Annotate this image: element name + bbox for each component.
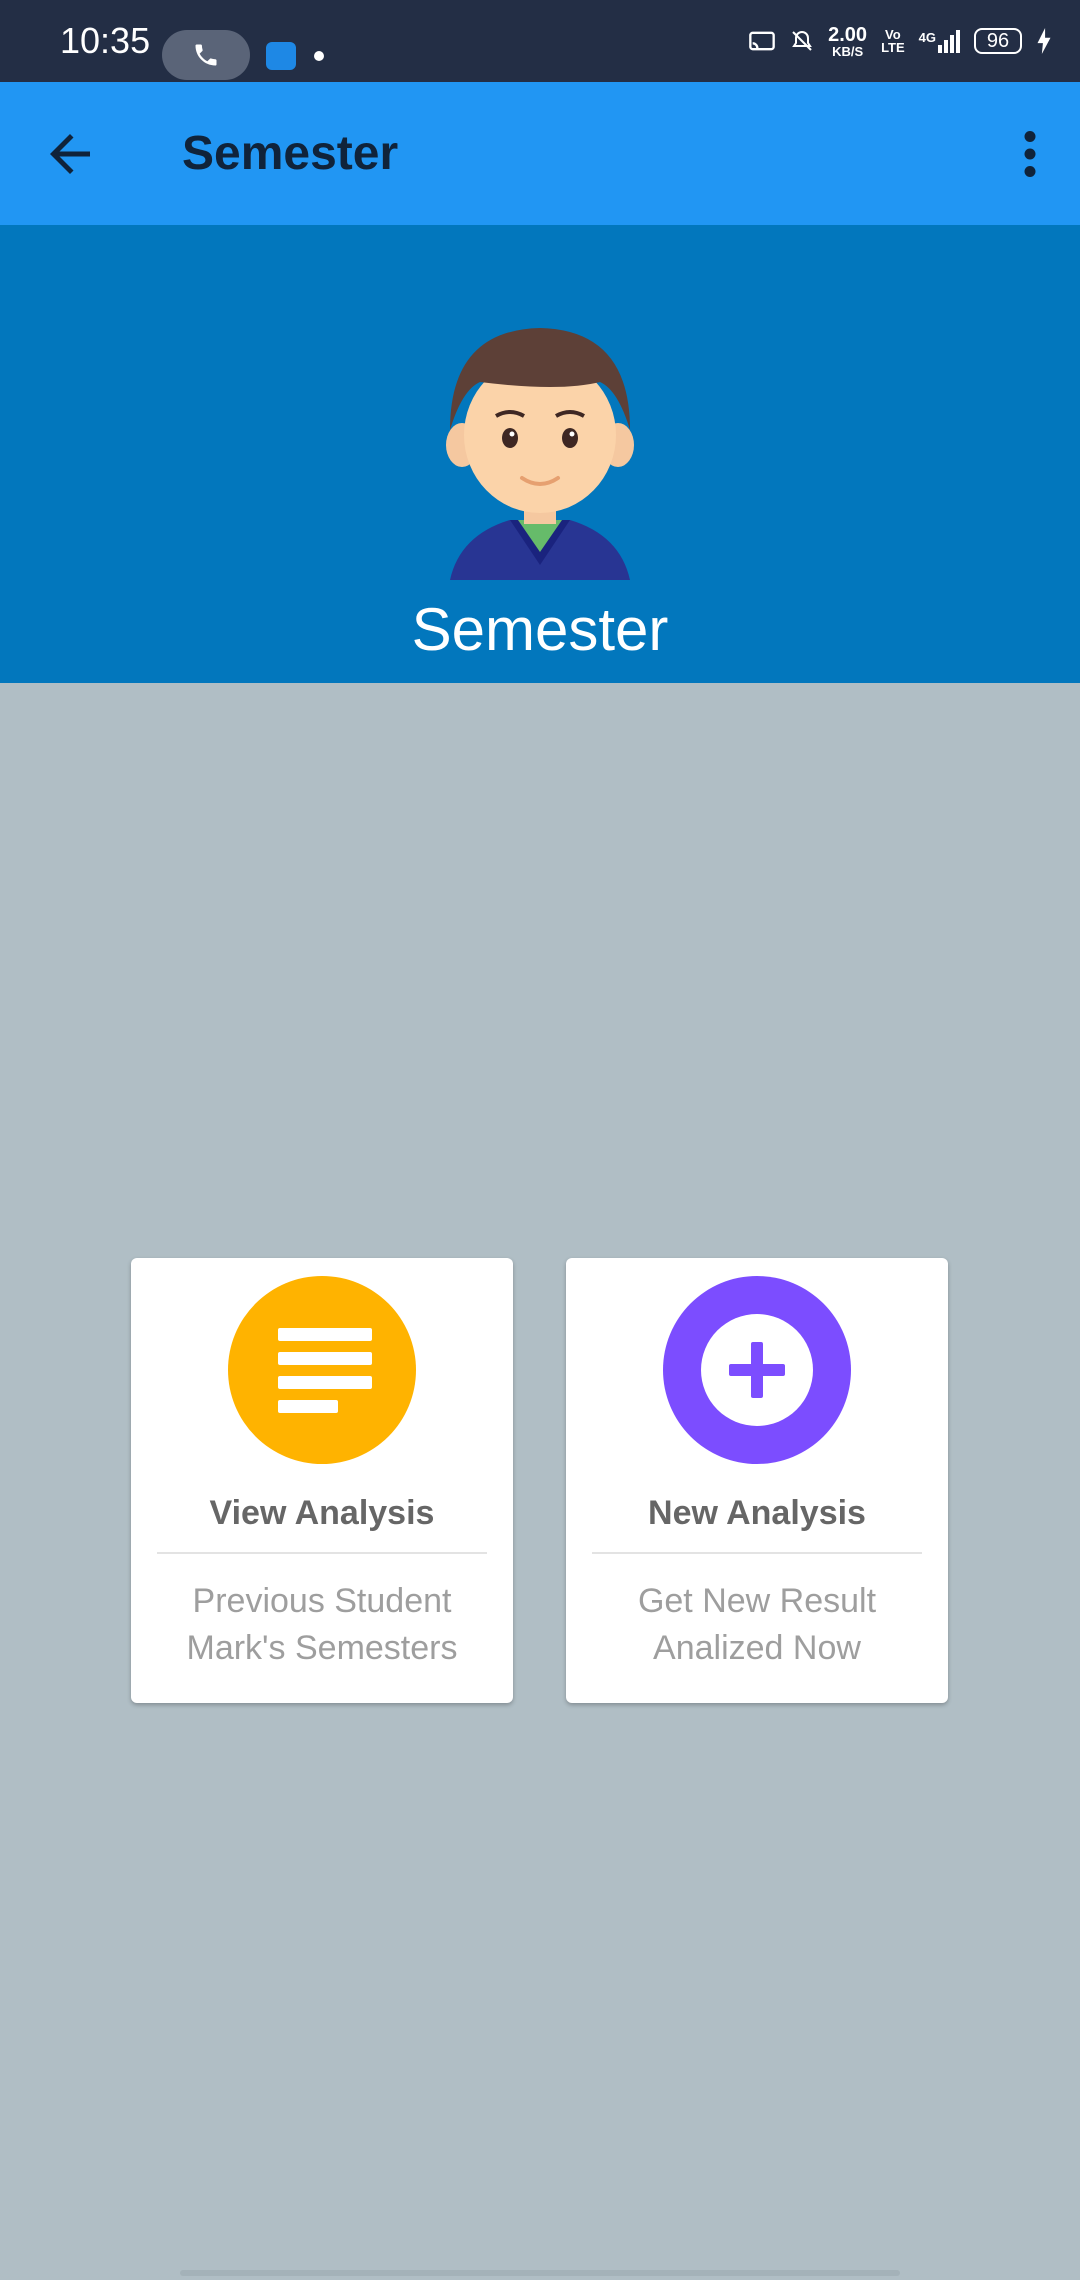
- new-analysis-icon-circle: [663, 1276, 851, 1464]
- student-avatar-icon: [446, 328, 634, 580]
- status-icons: 2.00 KB/S Vo LTE 4G 96: [748, 0, 1052, 82]
- add-icon: [701, 1314, 813, 1426]
- status-time: 10:35: [60, 20, 151, 61]
- new-analysis-subtitle-line2: Analized Now: [653, 1629, 861, 1667]
- volte-bottom: LTE: [881, 40, 905, 55]
- android-notification-icon: [266, 42, 296, 70]
- network-type: 4G: [918, 29, 936, 45]
- more-vert-icon[interactable]: [1000, 124, 1060, 184]
- list-icon: [278, 1328, 372, 1413]
- cast-icon: [749, 31, 775, 51]
- card-divider: [592, 1552, 922, 1554]
- view-analysis-subtitle-line1: Previous Student: [192, 1582, 452, 1620]
- battery-indicator: 96: [974, 28, 1022, 54]
- view-analysis-title: View Analysis: [209, 1494, 435, 1532]
- network-speed-value: 2.00: [828, 23, 868, 46]
- new-analysis-card[interactable]: New Analysis Get New Result Analized Now: [566, 1258, 948, 1703]
- new-analysis-title: New Analysis: [648, 1494, 866, 1532]
- signal-icon: 4G: [918, 29, 960, 53]
- new-analysis-subtitle-line1: Get New Result: [637, 1582, 877, 1620]
- status-bar: 10:35 2.00 KB/S Vo LTE 4G 96: [0, 0, 1080, 82]
- notification-dot-icon: [314, 51, 324, 61]
- view-analysis-icon-circle: [228, 1276, 416, 1464]
- view-analysis-subtitle: Previous Student Mark's Semesters: [151, 1578, 493, 1672]
- mute-bell-icon: [792, 30, 812, 51]
- view-analysis-subtitle-line2: Mark's Semesters: [186, 1629, 458, 1667]
- profile-header: Semester: [0, 225, 1080, 683]
- view-analysis-card[interactable]: View Analysis Previous Student Mark's Se…: [131, 1258, 513, 1703]
- charging-icon: [1037, 28, 1051, 54]
- volte-indicator: Vo LTE: [881, 28, 905, 54]
- profile-name: Semester: [411, 596, 669, 663]
- new-analysis-subtitle: Get New Result Analized Now: [586, 1578, 928, 1672]
- network-speed-unit: KB/S: [832, 43, 864, 59]
- ongoing-call-icon[interactable]: [162, 30, 250, 80]
- gesture-bar[interactable]: [180, 2270, 900, 2276]
- card-divider: [157, 1552, 487, 1554]
- page-title: Semester: [182, 127, 399, 180]
- app-bar: Semester: [0, 82, 1080, 225]
- network-speed: 2.00 KB/S: [828, 25, 867, 58]
- back-arrow-icon[interactable]: [40, 124, 100, 184]
- battery-level: 96: [986, 29, 1010, 52]
